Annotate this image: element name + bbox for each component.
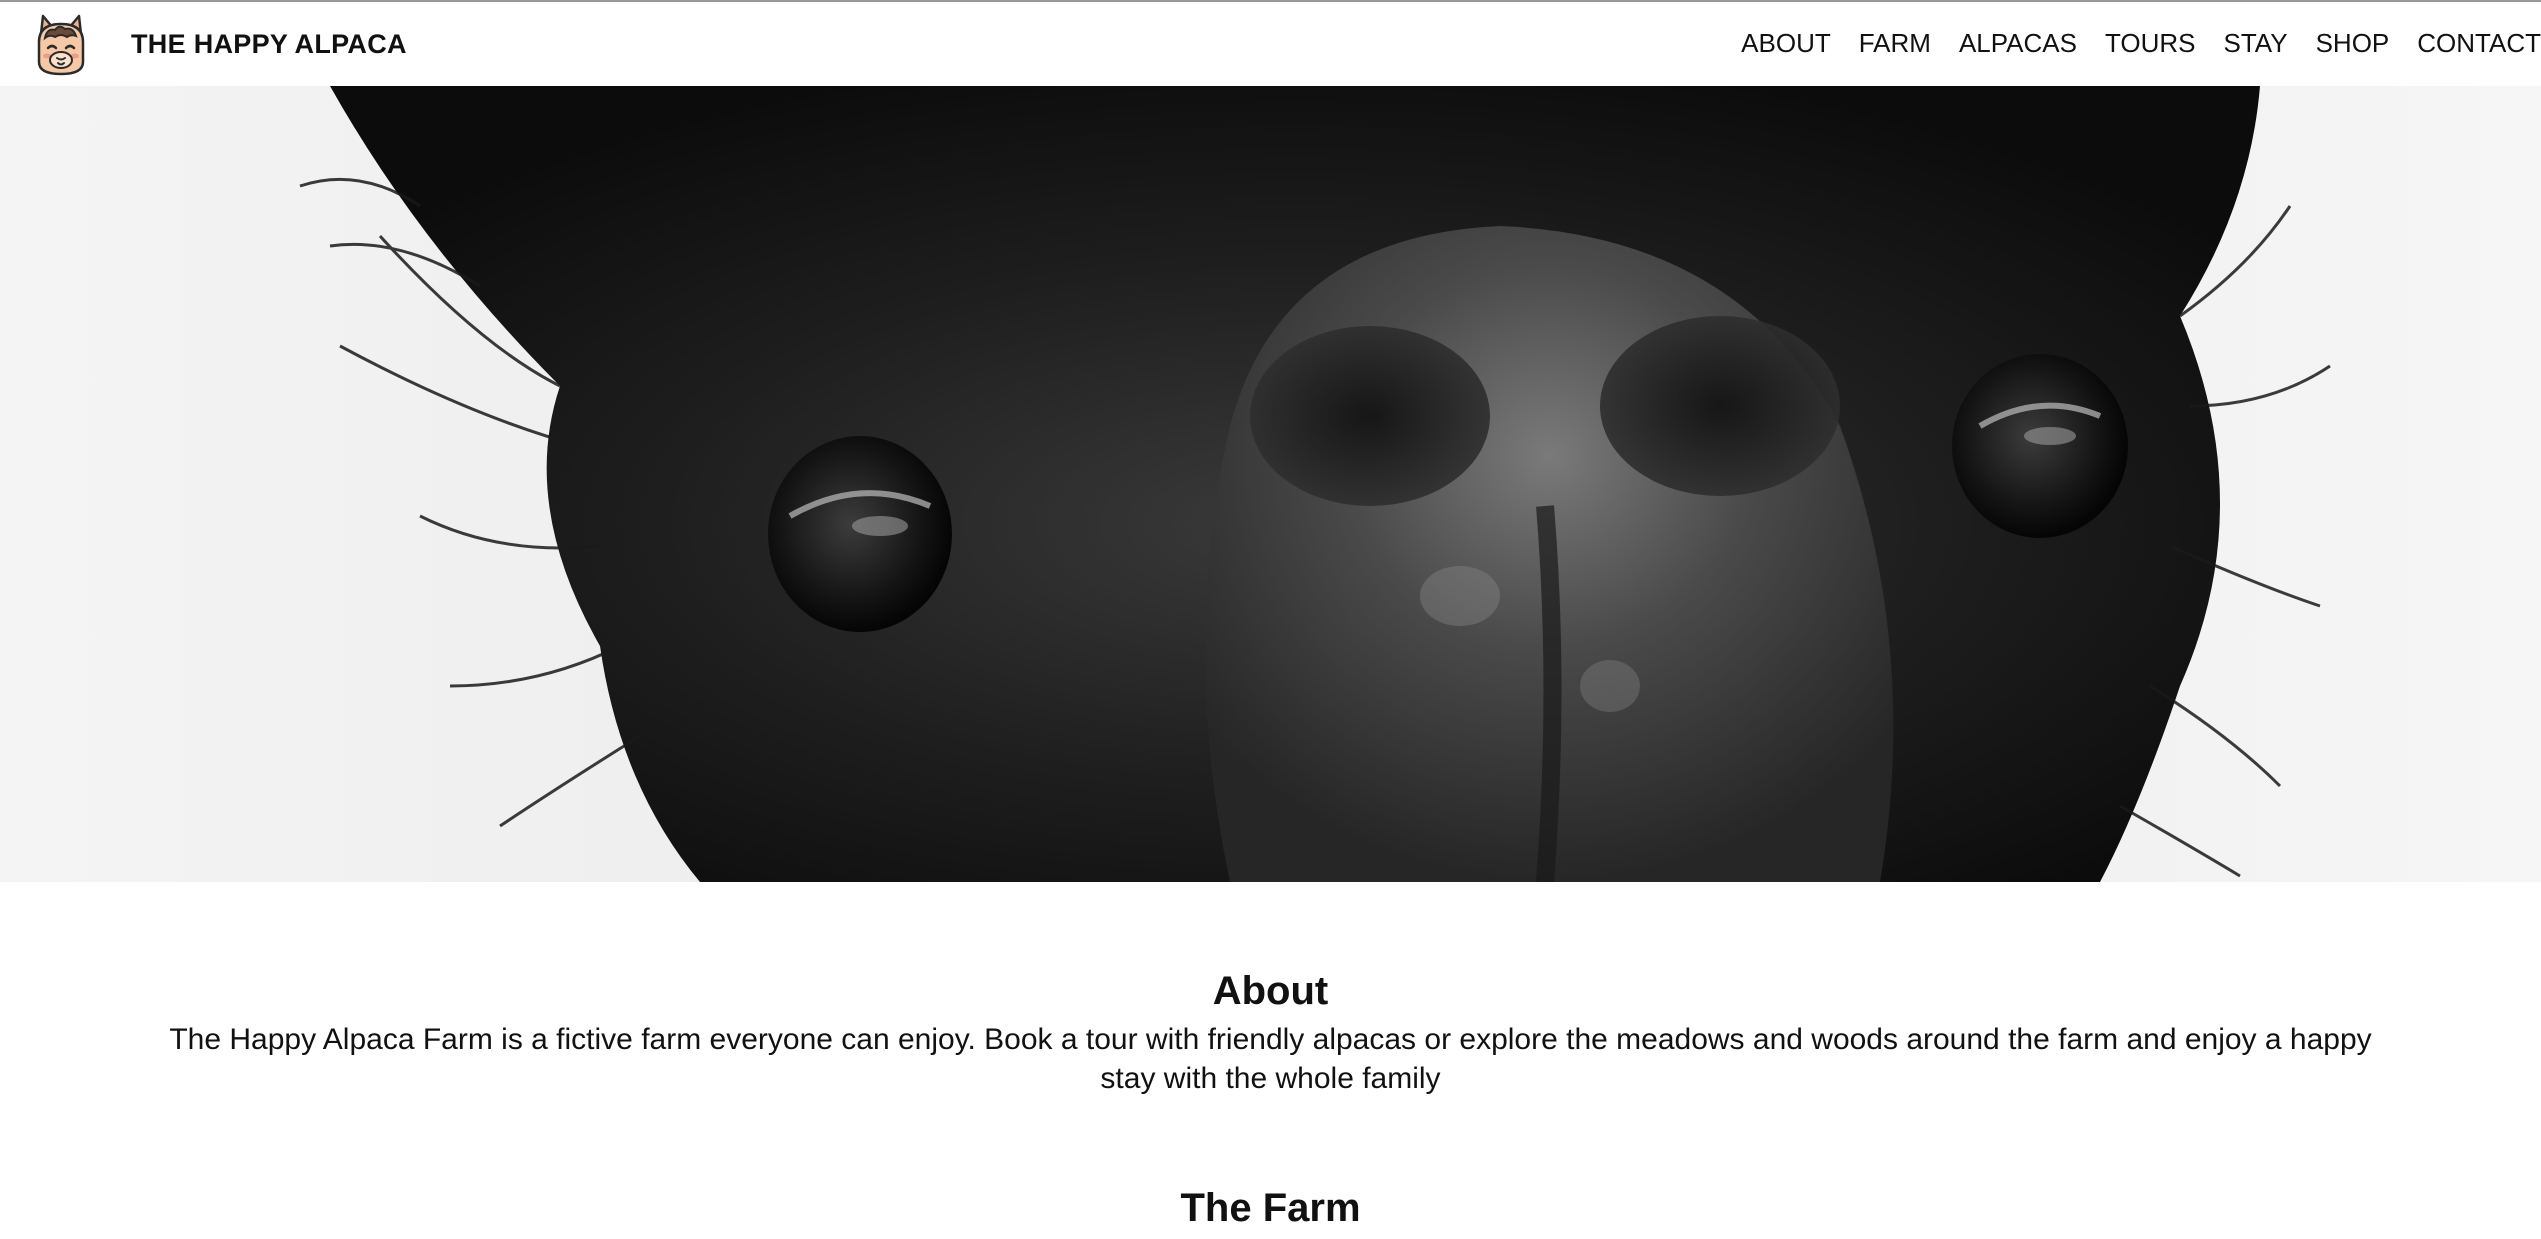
farm-heading: The Farm	[1180, 1186, 1361, 1230]
nav-link-contact[interactable]: CONTACT	[2389, 27, 2541, 59]
nav-link-about[interactable]: ABOUT	[1741, 27, 1831, 59]
main-nav: ABOUT FARM ALPACAS TOURS STAY SHOP CONTA…	[1741, 27, 2541, 59]
alpaca-logo-icon[interactable]	[31, 12, 91, 78]
nav-link-shop[interactable]: SHOP	[2288, 27, 2390, 59]
hero-image	[0, 86, 2541, 882]
about-heading: About	[1212, 969, 1329, 1013]
nav-link-stay[interactable]: STAY	[2196, 27, 2288, 59]
site-header: THE HAPPY ALPACA ABOUT FARM ALPACAS TOUR…	[0, 2, 2541, 86]
about-paragraph: The Happy Alpaca Farm is a fictive farm …	[169, 1023, 2372, 1095]
nav-link-tours[interactable]: TOURS	[2077, 27, 2196, 59]
brand-title[interactable]: THE HAPPY ALPACA	[131, 29, 407, 60]
nav-link-farm[interactable]: FARM	[1831, 27, 1931, 59]
nav-link-alpacas[interactable]: ALPACAS	[1931, 27, 2077, 59]
